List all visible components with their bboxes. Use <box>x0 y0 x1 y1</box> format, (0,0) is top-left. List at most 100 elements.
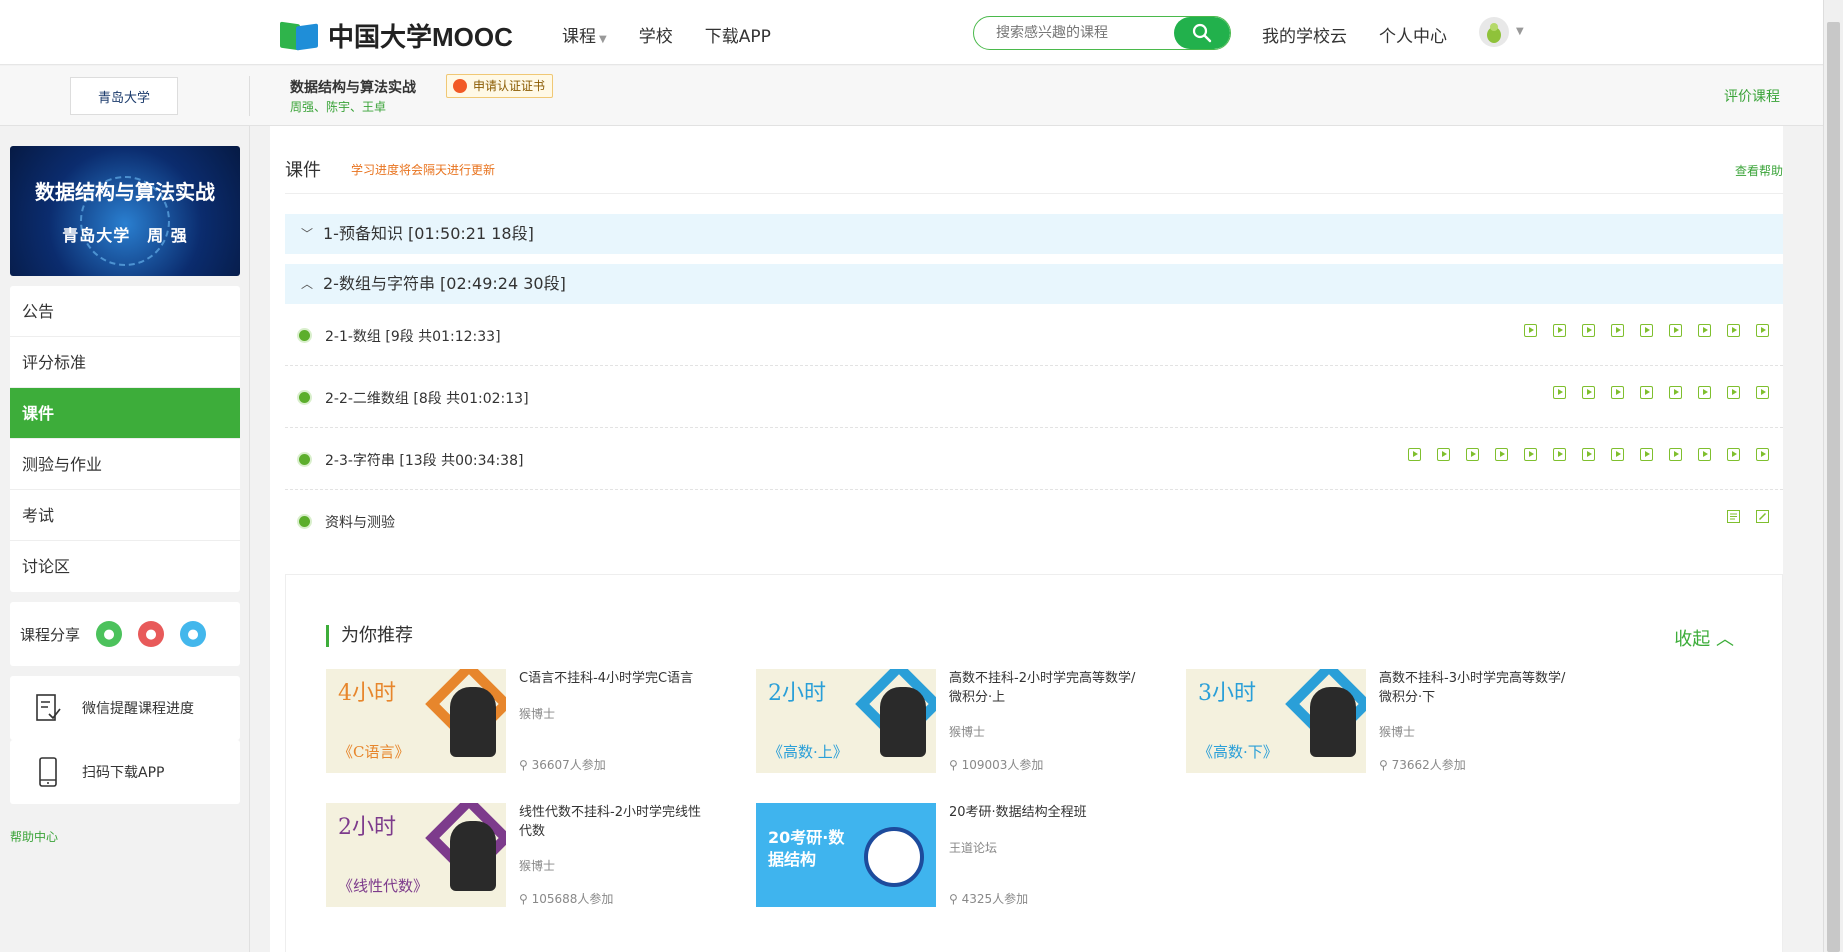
help-center-link[interactable]: 帮助中心 <box>10 828 58 845</box>
user-links: 我的学校云 个人中心 <box>1262 22 1447 47</box>
video-play-icon[interactable] <box>1495 448 1508 461</box>
video-play-icon[interactable] <box>1466 448 1479 461</box>
lesson-materials[interactable]: 资料与测验 <box>285 490 1783 552</box>
course-author: 王道论坛 <box>949 841 998 855</box>
recommend-title: 为你推荐 <box>326 625 413 647</box>
participant-count: ⚲ 73662人参加 <box>1379 758 1466 772</box>
course-share: 课程分享 ● ● ● <box>10 602 240 666</box>
collapse-button[interactable]: 收起 ︿ <box>1674 625 1734 651</box>
mooc-logo-icon <box>280 21 320 51</box>
quiz-edit-icon[interactable] <box>1756 510 1769 523</box>
course-thumbnail: 3小时 《高数·下》 <box>1186 669 1366 773</box>
search-button[interactable] <box>1174 17 1230 49</box>
page-scrollbar[interactable] <box>1823 0 1843 952</box>
scrollbar-thumb[interactable] <box>1827 22 1840 952</box>
sidebar-item-forum[interactable]: 讨论区 <box>10 541 240 592</box>
course-thumbnail: 2小时 《高数·上》 <box>756 669 936 773</box>
video-play-icon[interactable] <box>1669 324 1682 337</box>
apply-certificate-button[interactable]: 申请认证证书 <box>446 74 554 98</box>
video-play-icon[interactable] <box>1698 448 1711 461</box>
participant-count: ⚲ 4325人参加 <box>949 892 1029 906</box>
course-card[interactable]: 20考研·数据结构 20考研·数据结构全程班 王道论坛 ⚲ 4325人参加 <box>756 803 1156 907</box>
video-play-icon[interactable] <box>1727 386 1740 399</box>
course-title: 高数不挂科-3小时学完高等数学/微积分·下 <box>1379 671 1566 705</box>
search-input[interactable] <box>974 17 1174 49</box>
video-play-icon[interactable] <box>1727 448 1740 461</box>
lesson-2-2[interactable]: 2-2-二维数组 [8段 共01:02:13] <box>285 366 1783 428</box>
sidebar-item-quizzes[interactable]: 测验与作业 <box>10 439 240 490</box>
user-icon: ⚲ <box>949 892 962 906</box>
course-card[interactable]: 2小时 《线性代数》 线性代数不挂科-2小时学完线性代数 猴博士 ⚲ 10568… <box>326 803 726 907</box>
wechat-remind-button[interactable]: 微信提醒课程进度 <box>10 676 240 740</box>
wechat-icon[interactable]: ● <box>96 621 123 647</box>
my-school-cloud-link[interactable]: 我的学校云 <box>1262 22 1347 47</box>
lesson-title: 资料与测验 <box>325 515 395 531</box>
video-play-icon[interactable] <box>1437 448 1450 461</box>
course-teachers[interactable]: 周强、陈宇、王卓 <box>290 98 386 115</box>
main-nav: 课程 ▼ 学校 下载APP <box>562 22 771 47</box>
course-menu: 公告 评分标准 课件 测验与作业 考试 讨论区 <box>10 286 240 592</box>
sidebar-item-announcements[interactable]: 公告 <box>10 286 240 337</box>
video-play-icon[interactable] <box>1640 386 1653 399</box>
sidebar-item-grading[interactable]: 评分标准 <box>10 337 240 388</box>
video-play-icon[interactable] <box>1553 386 1566 399</box>
video-play-icon[interactable] <box>1582 386 1595 399</box>
personal-center-link[interactable]: 个人中心 <box>1379 22 1447 47</box>
video-play-icon[interactable] <box>1698 386 1711 399</box>
nav-schools[interactable]: 学校 <box>639 22 673 47</box>
weibo-icon[interactable]: ● <box>138 621 165 647</box>
course-card[interactable]: 3小时 《高数·下》 高数不挂科-3小时学完高等数学/微积分·下 猴博士 ⚲ 7… <box>1186 669 1586 773</box>
progress-dot <box>299 454 310 465</box>
nav-download-app[interactable]: 下载APP <box>705 22 771 47</box>
nav-courses[interactable]: 课程 ▼ <box>562 22 607 47</box>
video-play-icon[interactable] <box>1640 324 1653 337</box>
video-play-icon[interactable] <box>1698 324 1711 337</box>
video-play-icon[interactable] <box>1640 448 1653 461</box>
search-icon <box>1192 23 1212 43</box>
course-card[interactable]: 2小时 《高数·上》 高数不挂科-2小时学完高等数学/微积分·上 猴博士 ⚲ 1… <box>756 669 1156 773</box>
lesson-2-1[interactable]: 2-1-数组 [9段 共01:12:33] <box>285 304 1783 366</box>
view-help-link[interactable]: 查看帮助 <box>1735 162 1783 179</box>
video-play-icon[interactable] <box>1756 386 1769 399</box>
video-play-icon[interactable] <box>1524 324 1537 337</box>
chapter-2[interactable]: ︿ 2-数组与字符串 [02:49:24 30段] <box>285 264 1783 304</box>
scan-download-button[interactable]: 扫码下载APP <box>10 740 240 804</box>
divider <box>249 76 250 116</box>
chevron-up-icon: ︿ <box>1716 629 1734 650</box>
video-play-icon[interactable] <box>1756 324 1769 337</box>
course-author: 猴博士 <box>519 707 556 721</box>
video-play-icon[interactable] <box>1611 386 1624 399</box>
course-card[interactable]: 4小时 《C语言》 C语言不挂科-4小时学完C语言 猴博士 ⚲ 36607人参加 <box>326 669 726 773</box>
course-sidebar: 数据结构与算法实战 青岛大学 周 强 公告 评分标准 课件 测验与作业 考试 讨… <box>0 126 250 952</box>
document-icon[interactable] <box>1727 510 1740 523</box>
rate-course-link[interactable]: 评价课程 <box>1724 86 1780 106</box>
video-play-icon[interactable] <box>1582 324 1595 337</box>
video-play-icon[interactable] <box>1669 386 1682 399</box>
video-play-icon[interactable] <box>1408 448 1421 461</box>
course-title: 数据结构与算法实战 <box>290 80 416 96</box>
school-logo[interactable]: 青岛大学 <box>70 77 178 115</box>
user-avatar-icon <box>1487 23 1501 43</box>
video-play-icon[interactable] <box>1582 448 1595 461</box>
lesson-2-3[interactable]: 2-3-字符串 [13段 共00:34:38] <box>285 428 1783 490</box>
chevron-up-icon: ︿ <box>301 277 314 291</box>
qq-icon[interactable]: ● <box>180 621 207 647</box>
progress-dot <box>299 392 310 403</box>
course-title: C语言不挂科-4小时学完C语言 <box>519 671 694 686</box>
sidebar-item-courseware[interactable]: 课件 <box>10 388 240 439</box>
course-title: 高数不挂科-2小时学完高等数学/微积分·上 <box>949 671 1136 705</box>
video-play-icon[interactable] <box>1553 324 1566 337</box>
lesson-title: 2-3-字符串 [13段 共00:34:38] <box>325 453 524 469</box>
sidebar-item-exams[interactable]: 考试 <box>10 490 240 541</box>
video-play-icon[interactable] <box>1727 324 1740 337</box>
video-play-icon[interactable] <box>1756 448 1769 461</box>
video-play-icon[interactable] <box>1553 448 1566 461</box>
video-play-icon[interactable] <box>1669 448 1682 461</box>
mooc-logo[interactable]: 中国大学MOOC <box>280 17 513 54</box>
chapter-1[interactable]: ﹀ 1-预备知识 [01:50:21 18段] <box>285 214 1783 254</box>
avatar[interactable] <box>1479 17 1509 47</box>
video-play-icon[interactable] <box>1611 448 1624 461</box>
chevron-down-icon[interactable]: ▼ <box>1516 26 1524 37</box>
video-play-icon[interactable] <box>1611 324 1624 337</box>
video-play-icon[interactable] <box>1524 448 1537 461</box>
